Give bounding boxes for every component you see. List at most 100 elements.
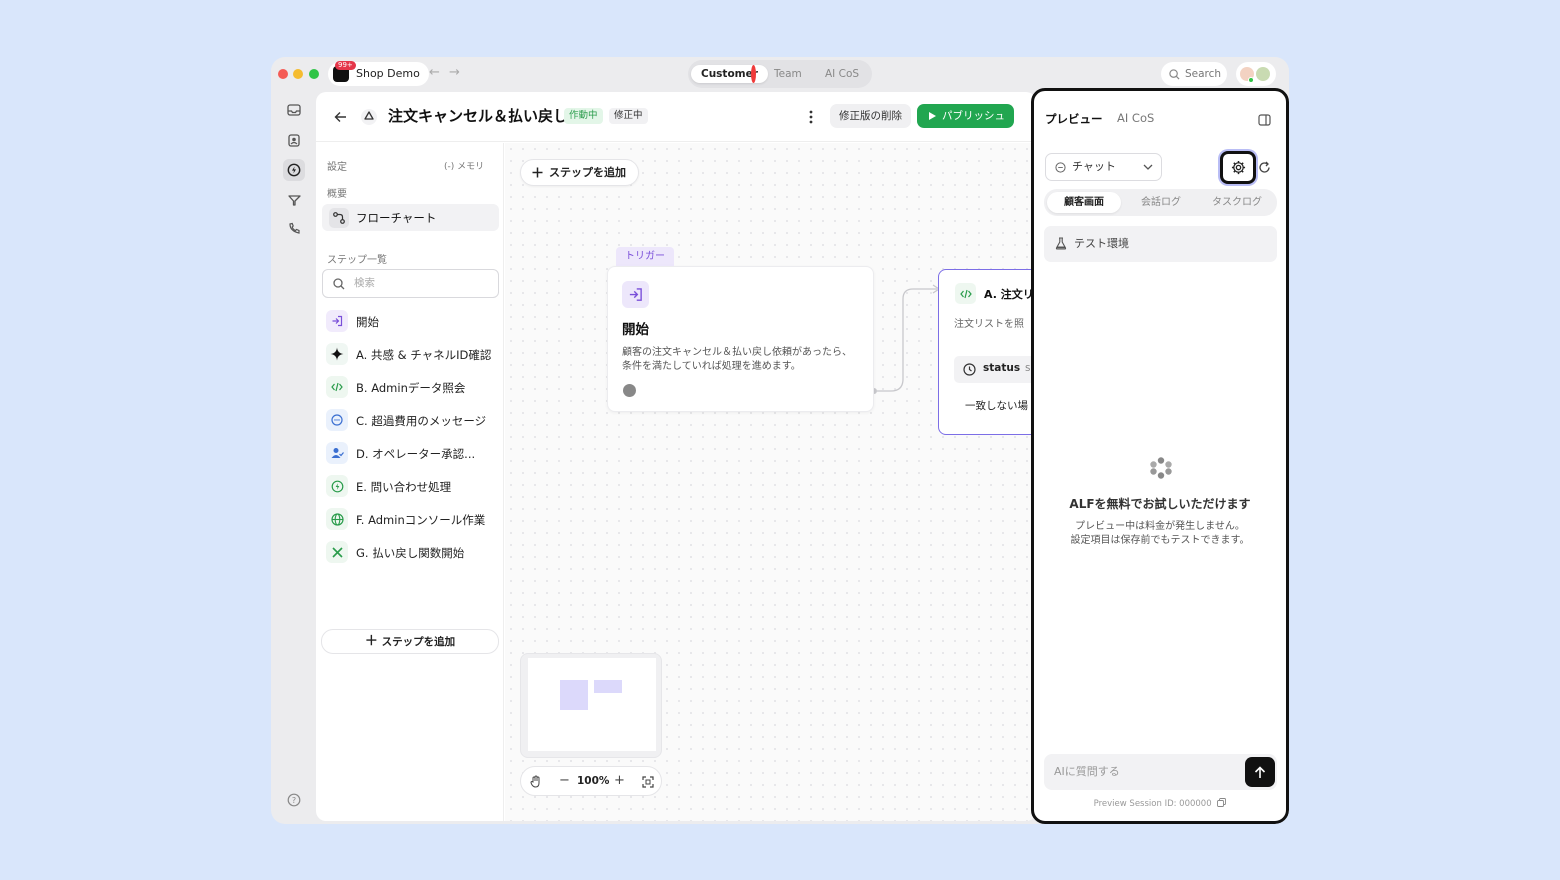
status-badge-active: 作動中	[564, 108, 603, 124]
step-label: G. 払い戻し関数開始	[356, 546, 465, 560]
workspace-switcher[interactable]: 99+ Shop Demo	[328, 61, 429, 86]
send-button[interactable]	[1245, 757, 1275, 787]
gear-icon	[1231, 160, 1245, 175]
session-id-text: Preview Session ID: 000000	[1093, 799, 1212, 809]
tab-customer-view[interactable]: 顧客画面	[1047, 192, 1121, 213]
workspace-name: Shop Demo	[356, 67, 420, 80]
sidebar-item-step[interactable]: C. 超過費用のメッセージ	[326, 409, 501, 431]
zoom-out-button[interactable]: −	[559, 773, 570, 788]
back-arrow-icon[interactable]	[334, 111, 347, 123]
minimap-node	[560, 680, 588, 710]
flowchart-icon	[329, 208, 349, 228]
step-node-title: A. 注文リ	[984, 288, 1034, 301]
contacts-nav-button[interactable]	[283, 129, 305, 151]
sidebar-item-step[interactable]: G. 払い戻し関数開始	[326, 541, 501, 563]
zoom-controls: − 100% +	[520, 766, 662, 796]
login-icon	[622, 281, 649, 308]
step-label: 開始	[356, 315, 379, 329]
promo-line: 設定項目は保存前でもテストできます。	[1070, 535, 1250, 546]
bolt-circle-icon	[326, 475, 348, 497]
overview-label: 概要	[327, 189, 347, 200]
preview-settings-button[interactable]	[1220, 151, 1256, 184]
contact-icon	[288, 133, 300, 147]
promo-line: プレビュー中は料金が発生しません。	[1075, 521, 1245, 532]
start-node-title: 開始	[622, 322, 649, 338]
copy-icon[interactable]	[1217, 798, 1227, 807]
user-check-icon	[326, 442, 348, 464]
flow-canvas[interactable]: ステップを追加 トリガー 開始 顧客の注文キャンセル＆払い戻し依頼があったら、条…	[505, 143, 1036, 821]
tab-customer[interactable]: Customer	[691, 65, 768, 83]
tab-ai-cos[interactable]: AI CoS	[825, 65, 859, 83]
help-button[interactable]: ?	[283, 789, 305, 811]
tab-ai-cos[interactable]: AI CoS	[1117, 111, 1154, 125]
flask-icon	[1055, 237, 1067, 250]
tab-team[interactable]: Team	[774, 65, 802, 83]
search-placeholder: 検索	[354, 277, 375, 289]
sidebar-item-step[interactable]: B. Adminデータ照会	[326, 376, 501, 398]
ai-question-input[interactable]: AIに質問する	[1044, 754, 1277, 790]
sidebar-item-flowchart[interactable]: フローチャート	[322, 204, 499, 231]
canvas-add-step-button[interactable]: ステップを追加	[520, 159, 639, 186]
close-window-button[interactable]	[278, 69, 288, 79]
refresh-icon[interactable]	[1258, 161, 1271, 174]
code-icon	[326, 376, 348, 398]
step-node-card[interactable]: A. 注文リ 注文リストを照 status s 一致しない場	[938, 269, 1036, 435]
help-icon: ?	[287, 793, 301, 807]
step-label: A. 共感 & チャネルID確認	[356, 348, 492, 362]
maximize-window-button[interactable]	[309, 69, 319, 79]
tab-task-log[interactable]: タスクログ	[1200, 192, 1274, 213]
phone-icon	[288, 222, 300, 234]
promo-title: ALFを無料でお試しいただけます	[1069, 497, 1251, 511]
inbox-icon	[287, 104, 301, 116]
tab-preview[interactable]: プレビュー	[1045, 111, 1103, 127]
automation-nav-button[interactable]	[283, 159, 305, 181]
online-status-dot	[1248, 77, 1254, 83]
sidebar-item-step[interactable]: D. オペレーター承認...	[326, 442, 501, 464]
add-step-button[interactable]: ＋ ステップを追加	[321, 629, 499, 654]
step-search-input[interactable]: 検索	[322, 269, 499, 298]
channel-select[interactable]: チャット	[1045, 153, 1162, 181]
step-label: E. 問い合わせ処理	[356, 480, 452, 494]
sidebar-item-step[interactable]: 開始	[326, 310, 501, 332]
settings-label: 設定	[327, 162, 347, 173]
back-arrow-icon[interactable]: ←	[429, 65, 440, 80]
flowchart-label: フローチャート	[356, 211, 437, 225]
chat-bubble-icon	[1055, 162, 1066, 173]
chat-channel-icon	[623, 384, 636, 397]
hand-pan-icon[interactable]	[530, 775, 542, 788]
step-label: D. オペレーター承認...	[356, 447, 476, 461]
minimap[interactable]	[520, 653, 662, 758]
inbox-nav-button[interactable]	[283, 99, 305, 121]
user-avatars[interactable]	[1236, 62, 1276, 86]
tab-conversation-log[interactable]: 会話ログ	[1124, 192, 1198, 213]
call-nav-button[interactable]	[283, 217, 305, 239]
plus-icon	[532, 167, 543, 178]
start-node-card[interactable]: 開始 顧客の注文キャンセル＆払い戻し依頼があったら、条件を満たしていれば処理を進…	[607, 266, 874, 412]
zoom-level: 100%	[577, 775, 610, 787]
left-nav-rail: ?	[271, 91, 315, 824]
sidebar-item-step[interactable]: F. Adminコンソール作業	[326, 508, 501, 530]
minimize-window-button[interactable]	[293, 69, 303, 79]
forward-arrow-icon[interactable]: →	[449, 65, 460, 80]
memory-toggle[interactable]: (-) メモリ	[444, 159, 484, 172]
tools-icon	[326, 541, 348, 563]
sidebar-toggle-icon[interactable]	[1258, 114, 1271, 126]
sidebar-item-step[interactable]: E. 問い合わせ処理	[326, 475, 501, 497]
login-icon	[326, 310, 348, 332]
fit-view-icon[interactable]	[642, 776, 654, 788]
campaign-nav-button[interactable]	[283, 189, 305, 211]
memory-label: メモリ	[457, 162, 485, 172]
chat-bubble-icon	[326, 409, 348, 431]
preview-panel: プレビュー AI CoS チャット 顧客画面 会話ログ タスクログ テスト環境 …	[1031, 88, 1289, 824]
publish-button[interactable]: パブリッシュ	[917, 104, 1014, 128]
test-environment-banner: テスト環境	[1044, 226, 1277, 262]
condition-row: status s	[954, 356, 1036, 383]
global-search-button[interactable]: Search	[1161, 62, 1227, 86]
zoom-in-button[interactable]: +	[614, 773, 625, 788]
bolt-circle-icon	[287, 163, 301, 177]
more-options-icon[interactable]	[809, 110, 813, 124]
publish-label: パブリッシュ	[942, 110, 1005, 122]
delete-revision-button[interactable]: 修正版の削除	[830, 104, 911, 128]
play-icon	[929, 112, 936, 120]
sidebar-item-step[interactable]: A. 共感 & チャネルID確認	[326, 343, 501, 365]
